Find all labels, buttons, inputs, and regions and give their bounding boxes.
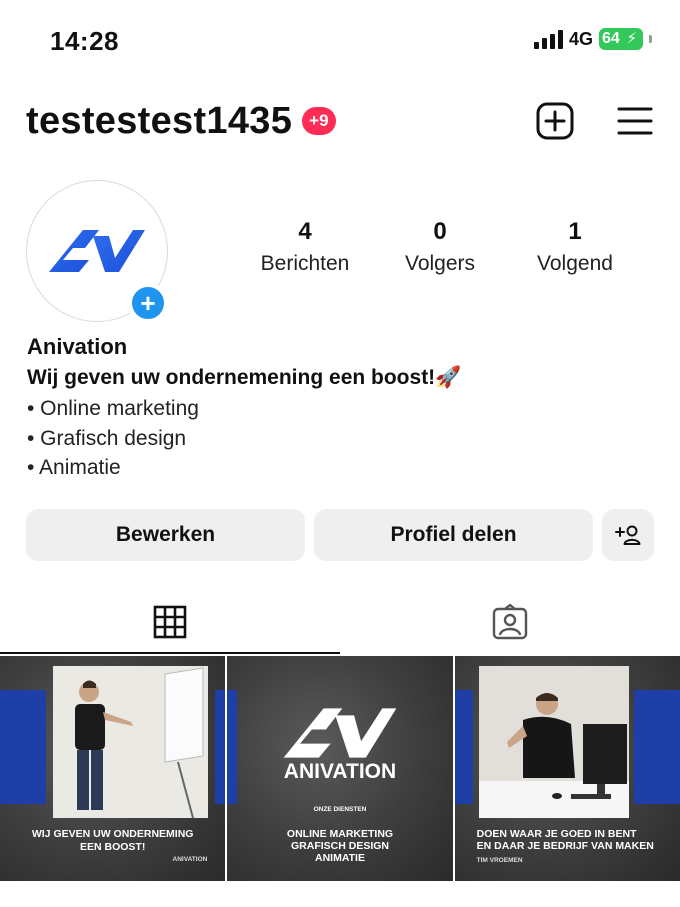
bottom-spacer — [0, 883, 680, 907]
post-logo-text: ANIVATION — [283, 760, 397, 783]
battery-level: 64 — [602, 30, 620, 47]
tagged-icon — [492, 604, 528, 640]
edit-profile-button[interactable]: Bewerken — [26, 509, 305, 561]
post-accent — [633, 690, 680, 804]
discover-people-button[interactable] — [602, 509, 654, 561]
header-actions — [536, 102, 654, 140]
stat-posts[interactable]: 4 Berichten — [240, 218, 370, 276]
stat-posts-value: 4 — [298, 218, 312, 245]
display-name: Anivation — [27, 334, 128, 359]
battery-cap — [649, 35, 652, 43]
post-accent — [454, 690, 473, 804]
menu-icon — [617, 107, 653, 135]
post-credit: TIM VROEMEN — [476, 857, 523, 864]
post-kicker: ONZE DIENSTEN — [313, 806, 367, 813]
post-accent — [227, 690, 238, 804]
profile-header: testestest1435 +9 — [26, 96, 654, 146]
post-caption: WIJ GEVEN UW ONDERNEMING — [31, 828, 194, 840]
anivation-logo — [283, 708, 397, 758]
stat-posts-label: Berichten — [260, 252, 350, 275]
post-photo — [478, 666, 629, 818]
stat-following-label: Volgend — [537, 252, 613, 275]
network-type: 4G — [568, 28, 593, 49]
bio-headline: Wij geven uw ondernemening een boost!🚀 — [27, 366, 462, 389]
post-thumbnail[interactable]: ANIVATION ONZE DIENSTEN ONLINE MARKETING… — [227, 656, 453, 881]
post-thumbnail[interactable]: WIJ GEVEN UW ONDERNEMING EEN BOOST! ANIV… — [0, 656, 226, 881]
stat-followers-label: Volgers — [404, 252, 476, 275]
profile-actions: Bewerken Profiel delen — [26, 509, 654, 561]
post-thumbnail[interactable]: DOEN WAAR JE GOED IN BENT EN DAAR JE BED… — [454, 656, 680, 881]
post-accent — [0, 690, 46, 804]
tab-tagged[interactable] — [340, 590, 680, 654]
post-caption: ONLINE MARKETING — [286, 828, 394, 840]
bio-line: • Online marketing — [27, 397, 199, 420]
posts-grid: WIJ GEVEN UW ONDERNEMING EEN BOOST! ANIV… — [0, 656, 680, 881]
post-caption: EN DAAR JE BEDRIJF VAN MAKEN — [476, 840, 654, 852]
profile-stats: 4 Berichten 0 Volgers 1 Volgend — [240, 218, 640, 276]
status-indicators: 4G 64 ⚡ — [533, 28, 652, 50]
post-credit: ANIVATION — [172, 856, 208, 863]
post-caption: GRAFISCH DESIGN — [290, 840, 389, 852]
post-accent — [215, 690, 226, 804]
profile-bio: Anivation Wij geven uw ondernemening een… — [27, 334, 461, 483]
status-bar: 14:28 4G 64 ⚡ — [0, 0, 680, 84]
post-caption: EEN BOOST! — [79, 841, 146, 853]
menu-button[interactable] — [616, 102, 654, 140]
stat-followers-value: 0 — [433, 218, 447, 245]
add-story-icon: + — [140, 288, 156, 318]
profile-tabs — [0, 590, 680, 654]
add-story-button[interactable]: + — [128, 283, 168, 323]
new-post-button[interactable] — [536, 102, 574, 140]
post-caption: ANIMATIE — [315, 852, 365, 864]
bio-line: • Animatie — [27, 456, 121, 479]
stat-followers[interactable]: 0 Volgers — [375, 218, 505, 276]
bio-line: • Grafisch design — [27, 426, 187, 450]
stat-following-value: 1 — [568, 218, 582, 245]
post-photo — [53, 666, 208, 818]
share-profile-button[interactable]: Profiel delen — [314, 509, 593, 561]
username[interactable]: testestest1435 — [26, 100, 292, 143]
notification-badge[interactable]: +9 — [302, 107, 336, 135]
tab-posts-grid[interactable] — [0, 590, 340, 654]
new-post-icon — [536, 102, 574, 140]
add-person-icon — [615, 525, 641, 545]
charging-icon: ⚡ — [626, 30, 637, 47]
anivation-logo — [49, 230, 145, 272]
signal-icon — [533, 29, 563, 49]
stat-following[interactable]: 1 Volgend — [510, 218, 640, 276]
post-caption: DOEN WAAR JE GOED IN BENT — [476, 828, 637, 840]
battery-icon: 64 ⚡ — [599, 28, 643, 50]
status-time: 14:28 — [50, 26, 119, 56]
grid-icon — [153, 605, 187, 639]
